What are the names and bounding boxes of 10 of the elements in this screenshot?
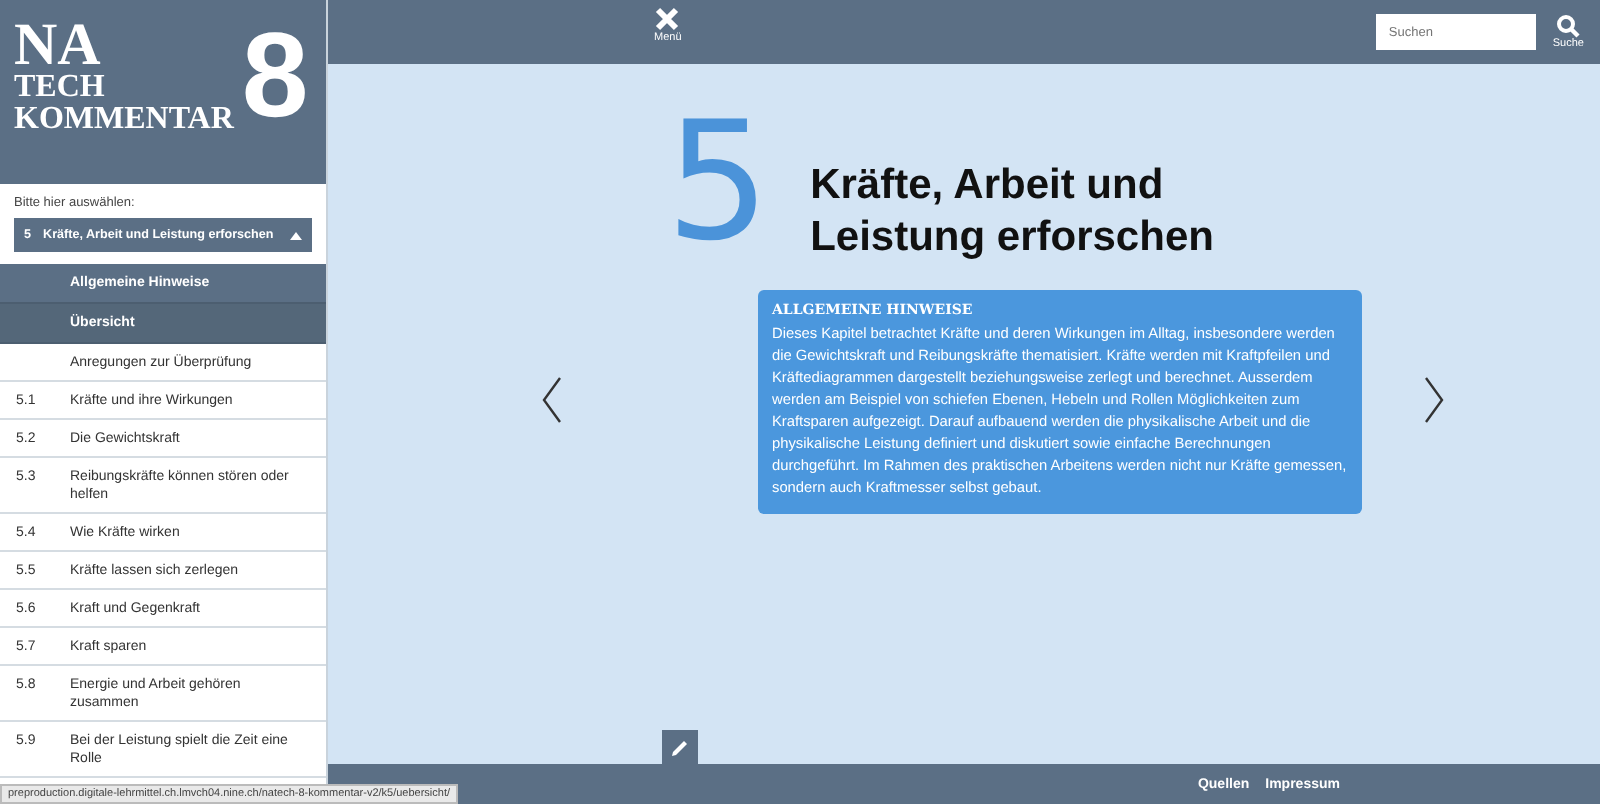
logo-number: 8 [241, 20, 309, 132]
chapter-title: Kräfte, Arbeit und Leistung erforschen [810, 160, 1216, 264]
pencil-icon [670, 737, 690, 757]
next-arrow[interactable] [1422, 376, 1446, 424]
chapter-number: 5 [665, 104, 771, 264]
edit-button[interactable] [662, 730, 698, 764]
logo-text: KOMMENTAR [14, 104, 234, 136]
previous-arrow[interactable] [540, 376, 564, 424]
logo-text: TECH [14, 72, 107, 104]
logo-text: NA [14, 20, 101, 72]
